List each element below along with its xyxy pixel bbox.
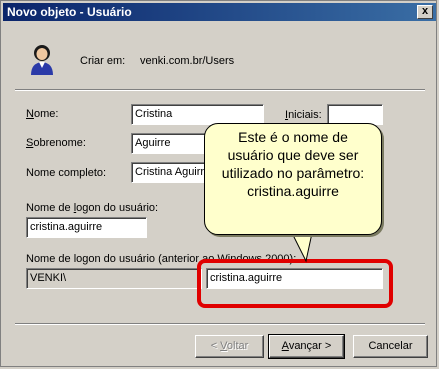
first-name-input[interactable]: Cristina bbox=[131, 104, 264, 125]
domain-prefix-field: VENKI\ bbox=[26, 268, 202, 289]
callout-line: cristina.aguirre bbox=[247, 183, 339, 199]
user-icon bbox=[31, 45, 53, 75]
back-button[interactable]: < Voltar bbox=[195, 335, 264, 358]
last-name-label: Sobrenome: bbox=[26, 137, 86, 149]
separator-bottom bbox=[15, 323, 425, 325]
window-title: Novo objeto - Usuário bbox=[7, 5, 132, 19]
separator-top bbox=[15, 89, 425, 91]
title-bar[interactable]: Novo objeto - Usuário x bbox=[3, 3, 436, 21]
initials-label: Iniciais: bbox=[285, 109, 322, 121]
next-button[interactable]: Avançar > bbox=[268, 334, 345, 359]
full-name-label: Nome completo: bbox=[26, 167, 107, 179]
full-name-input[interactable]: Cristina Aguirre bbox=[131, 162, 209, 183]
callout-line: usuário que deve ser bbox=[227, 147, 359, 163]
close-icon: x bbox=[421, 5, 429, 17]
logon-name-label: Nome de logon do usuário: bbox=[26, 202, 159, 214]
initials-input[interactable] bbox=[327, 104, 383, 125]
last-name-input[interactable]: Aguirre bbox=[131, 133, 209, 154]
created-in-path: venki.com.br/Users bbox=[140, 55, 235, 67]
callout-tail bbox=[291, 233, 313, 263]
cancel-button[interactable]: Cancelar bbox=[353, 335, 428, 358]
close-button[interactable]: x bbox=[417, 5, 433, 19]
first-name-label: Nome: bbox=[26, 108, 59, 120]
callout-line: Este é o nome de bbox=[238, 129, 348, 145]
highlight-annotation bbox=[197, 259, 393, 308]
logon-name-input[interactable]: cristina.aguirre bbox=[26, 217, 147, 238]
callout-line: utilizado no parâmetro: bbox=[221, 165, 365, 181]
created-in-label: Criar em: bbox=[80, 55, 126, 67]
callout-annotation: Este é o nome de usuário que deve ser ut… bbox=[204, 123, 382, 235]
